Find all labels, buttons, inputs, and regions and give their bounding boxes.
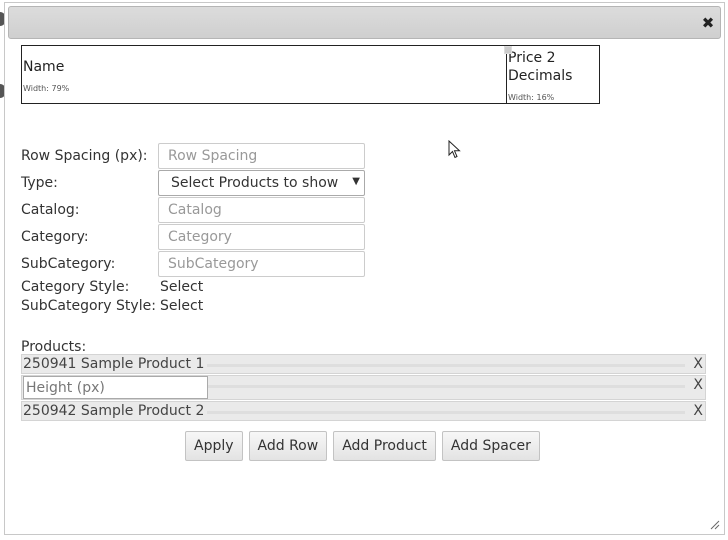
dialog-titlebar[interactable]: ✖ <box>8 6 721 39</box>
column-width: Width: 16% <box>508 93 555 102</box>
column-title: Name <box>23 59 65 75</box>
column-header-table: Name Width: 79% Price 2 Decimals Width: … <box>21 45 600 104</box>
spacer-height-input[interactable]: Height (px) <box>23 376 208 399</box>
add-spacer-button[interactable]: Add Spacer <box>441 431 540 461</box>
subcategory-row: SubCategory: SubCategory <box>21 251 365 277</box>
category-style-label: Category Style: <box>21 279 130 295</box>
add-row-button[interactable]: Add Row <box>248 431 328 461</box>
type-select-value: Select Products to show <box>171 175 339 191</box>
column-title: Price 2 Decimals <box>508 50 573 84</box>
product-list-dialog: ✖ Name Width: 79% Price 2 Decimals Width… <box>4 2 725 535</box>
remove-row-button[interactable]: X <box>693 402 703 420</box>
category-label: Category: <box>21 229 89 245</box>
product-name: 250942 Sample Product 2 <box>23 402 208 420</box>
row-spacing-label: Row Spacing (px): <box>21 148 148 164</box>
subcategory-style-row: SubCategory Style: Select <box>21 298 203 314</box>
spacer-row[interactable]: Height (px) X <box>21 375 706 400</box>
chevron-down-icon: ▼ <box>352 176 360 187</box>
subcategory-label: SubCategory: <box>21 256 116 272</box>
column-price[interactable]: Price 2 Decimals Width: 16% <box>507 46 599 103</box>
row-spacing-input[interactable]: Row Spacing <box>158 143 365 169</box>
remove-row-button[interactable]: X <box>693 355 703 373</box>
product-row[interactable]: 250941 Sample Product 1 X <box>21 354 706 374</box>
type-row: Type: Select Products to show ▼ <box>21 170 365 196</box>
subcategory-style-select[interactable]: Select <box>160 298 203 314</box>
remove-row-button[interactable]: X <box>693 376 703 394</box>
mouse-cursor-icon <box>448 140 461 159</box>
close-icon[interactable]: ✖ <box>701 16 715 31</box>
action-buttons: Apply Add Row Add Product Add Spacer <box>185 431 540 461</box>
add-product-button[interactable]: Add Product <box>333 431 436 461</box>
column-width: Width: 79% <box>23 84 70 93</box>
product-row[interactable]: 250942 Sample Product 2 X <box>21 401 706 421</box>
subcategory-style-label: SubCategory Style: <box>21 298 156 314</box>
column-name[interactable]: Name Width: 79% <box>22 46 507 103</box>
category-input[interactable]: Category <box>158 224 365 250</box>
category-style-row: Category Style: Select <box>21 279 203 295</box>
resize-grip-icon[interactable] <box>710 520 720 530</box>
category-style-select[interactable]: Select <box>160 279 203 295</box>
products-label: Products: <box>21 339 87 355</box>
column-resize-handle[interactable] <box>504 46 512 54</box>
product-name: 250941 Sample Product 1 <box>23 355 208 373</box>
catalog-input[interactable]: Catalog <box>158 197 365 223</box>
subcategory-input[interactable]: SubCategory <box>158 251 365 277</box>
catalog-label: Catalog: <box>21 202 80 218</box>
apply-button[interactable]: Apply <box>185 431 243 461</box>
row-spacing-row: Row Spacing (px): Row Spacing <box>21 143 365 169</box>
catalog-row: Catalog: Catalog <box>21 197 365 223</box>
type-select[interactable]: Select Products to show ▼ <box>158 170 365 196</box>
category-row: Category: Category <box>21 224 365 250</box>
type-label: Type: <box>21 175 58 191</box>
